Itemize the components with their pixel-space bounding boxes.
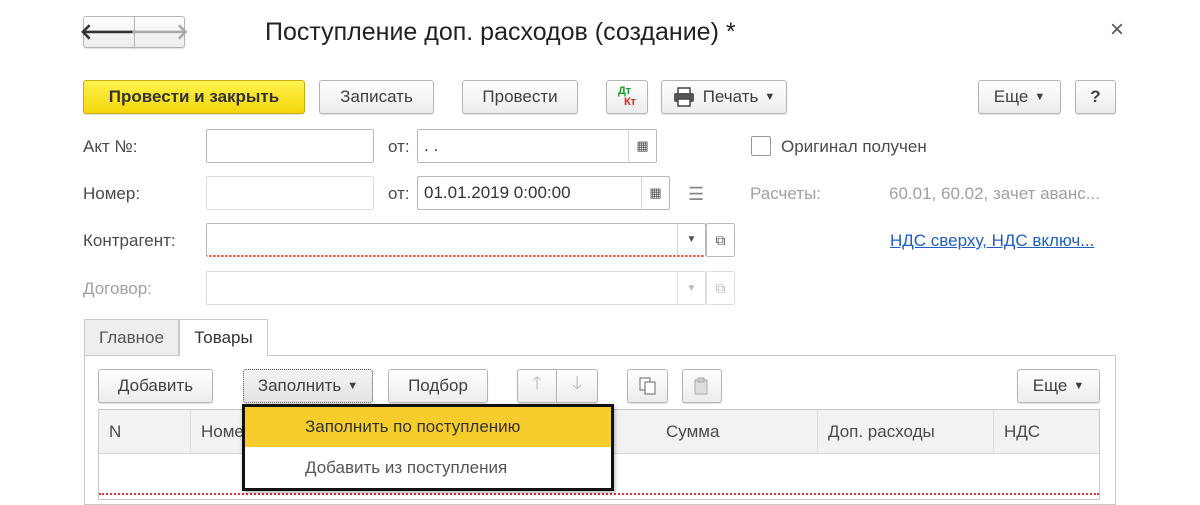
page-title: Поступление доп. расходов (создание) * xyxy=(265,18,736,46)
contract-field[interactable]: ▼ xyxy=(206,271,706,305)
paste-button[interactable] xyxy=(682,369,722,403)
tab-goods[interactable]: Товары xyxy=(179,319,268,356)
original-received-checkbox[interactable] xyxy=(751,136,771,156)
back-button[interactable]: 🡐 xyxy=(80,16,139,48)
contract-label: Договор: xyxy=(83,279,152,298)
print-button[interactable]: Печать ▼ xyxy=(661,80,787,114)
act-label: Акт №: xyxy=(83,137,138,156)
tab-main[interactable]: Главное xyxy=(84,319,179,355)
calendar-icon[interactable]: ▦ xyxy=(641,177,669,209)
move-up-button[interactable]: 🡑 xyxy=(517,369,557,403)
open-icon: ⧉ xyxy=(715,231,726,248)
move-down-button[interactable]: 🡓 xyxy=(556,369,598,403)
chevron-down-icon: ▼ xyxy=(1034,91,1046,103)
number-label: Номер: xyxy=(83,184,141,203)
copy-icon xyxy=(639,377,655,395)
column-sum[interactable]: Сумма xyxy=(656,410,818,454)
arrow-up-icon: 🡑 xyxy=(532,373,542,393)
original-received-label: Оригинал получен xyxy=(781,137,927,156)
open-icon: ⧉ xyxy=(715,279,726,296)
calendar-icon[interactable]: ▦ xyxy=(628,130,656,162)
post-button[interactable]: Провести xyxy=(462,80,578,114)
chevron-down-icon[interactable]: ▼ xyxy=(677,224,705,255)
chevron-down-icon: ▼ xyxy=(347,380,359,392)
settlements-value[interactable]: 60.01, 60.02, зачет аванс... xyxy=(889,184,1100,204)
menu-item-fill-from-receipt[interactable]: Заполнить по поступлению xyxy=(245,407,611,447)
counterparty-open-button[interactable]: ⧉ xyxy=(706,223,735,257)
copy-button[interactable] xyxy=(627,369,668,403)
help-button[interactable]: ? xyxy=(1075,80,1116,114)
close-icon[interactable]: × xyxy=(1110,16,1124,44)
fill-dropdown-menu: Заполнить по поступлению Добавить из пос… xyxy=(242,404,614,491)
paste-icon xyxy=(694,377,708,395)
chevron-down-icon: ▼ xyxy=(764,91,776,103)
arrow-down-icon: 🡓 xyxy=(572,373,582,393)
chevron-down-icon[interactable]: ▼ xyxy=(677,272,705,304)
forward-arrow-icon: 🡒 xyxy=(130,19,189,44)
counterparty-field[interactable]: ▼ xyxy=(206,223,706,257)
post-and-close-button[interactable]: Провести и закрыть xyxy=(83,80,305,114)
settlements-label: Расчеты: xyxy=(750,184,822,203)
fill-button[interactable]: Заполнить ▼ xyxy=(243,369,373,403)
list-icon[interactable]: ☰ xyxy=(688,184,704,205)
act-number-field[interactable] xyxy=(206,129,374,163)
number-field[interactable] xyxy=(206,176,374,210)
vat-link[interactable]: НДС сверху, НДС включ... xyxy=(890,231,1094,251)
date-field[interactable]: 01.01.2019 0:00:00 ▦ xyxy=(417,176,670,210)
save-button[interactable]: Записать xyxy=(319,80,434,114)
dt-kt-button[interactable]: Дт Кт xyxy=(606,80,648,114)
pick-button[interactable]: Подбор xyxy=(388,369,488,403)
forward-button[interactable]: 🡒 xyxy=(130,16,189,48)
act-date-from-label: от: xyxy=(388,137,410,156)
table-more-label: Еще xyxy=(1032,376,1068,395)
more-button[interactable]: Еще ▼ xyxy=(978,80,1061,114)
chevron-down-icon: ▼ xyxy=(1073,380,1085,392)
contract-open-button[interactable]: ⧉ xyxy=(706,271,735,305)
menu-item-add-from-receipt[interactable]: Добавить из поступления xyxy=(245,447,611,488)
dt-kt-icon: Дт Кт xyxy=(617,85,637,108)
act-date-field[interactable]: . . ▦ xyxy=(417,129,657,163)
print-label: Печать xyxy=(702,87,759,106)
date-from-label: от: xyxy=(388,184,410,203)
column-vat[interactable]: НДС xyxy=(994,410,1099,454)
fill-label: Заполнить xyxy=(257,376,342,395)
column-n[interactable]: N xyxy=(99,410,191,454)
add-row-button[interactable]: Добавить xyxy=(98,369,213,403)
counterparty-label: Контрагент: xyxy=(83,231,176,250)
tab-active-gap xyxy=(180,354,267,357)
column-extra-costs[interactable]: Доп. расходы xyxy=(818,410,994,454)
printer-icon xyxy=(673,87,694,107)
table-more-button[interactable]: Еще ▼ xyxy=(1017,369,1100,403)
more-label: Еще xyxy=(993,87,1029,106)
